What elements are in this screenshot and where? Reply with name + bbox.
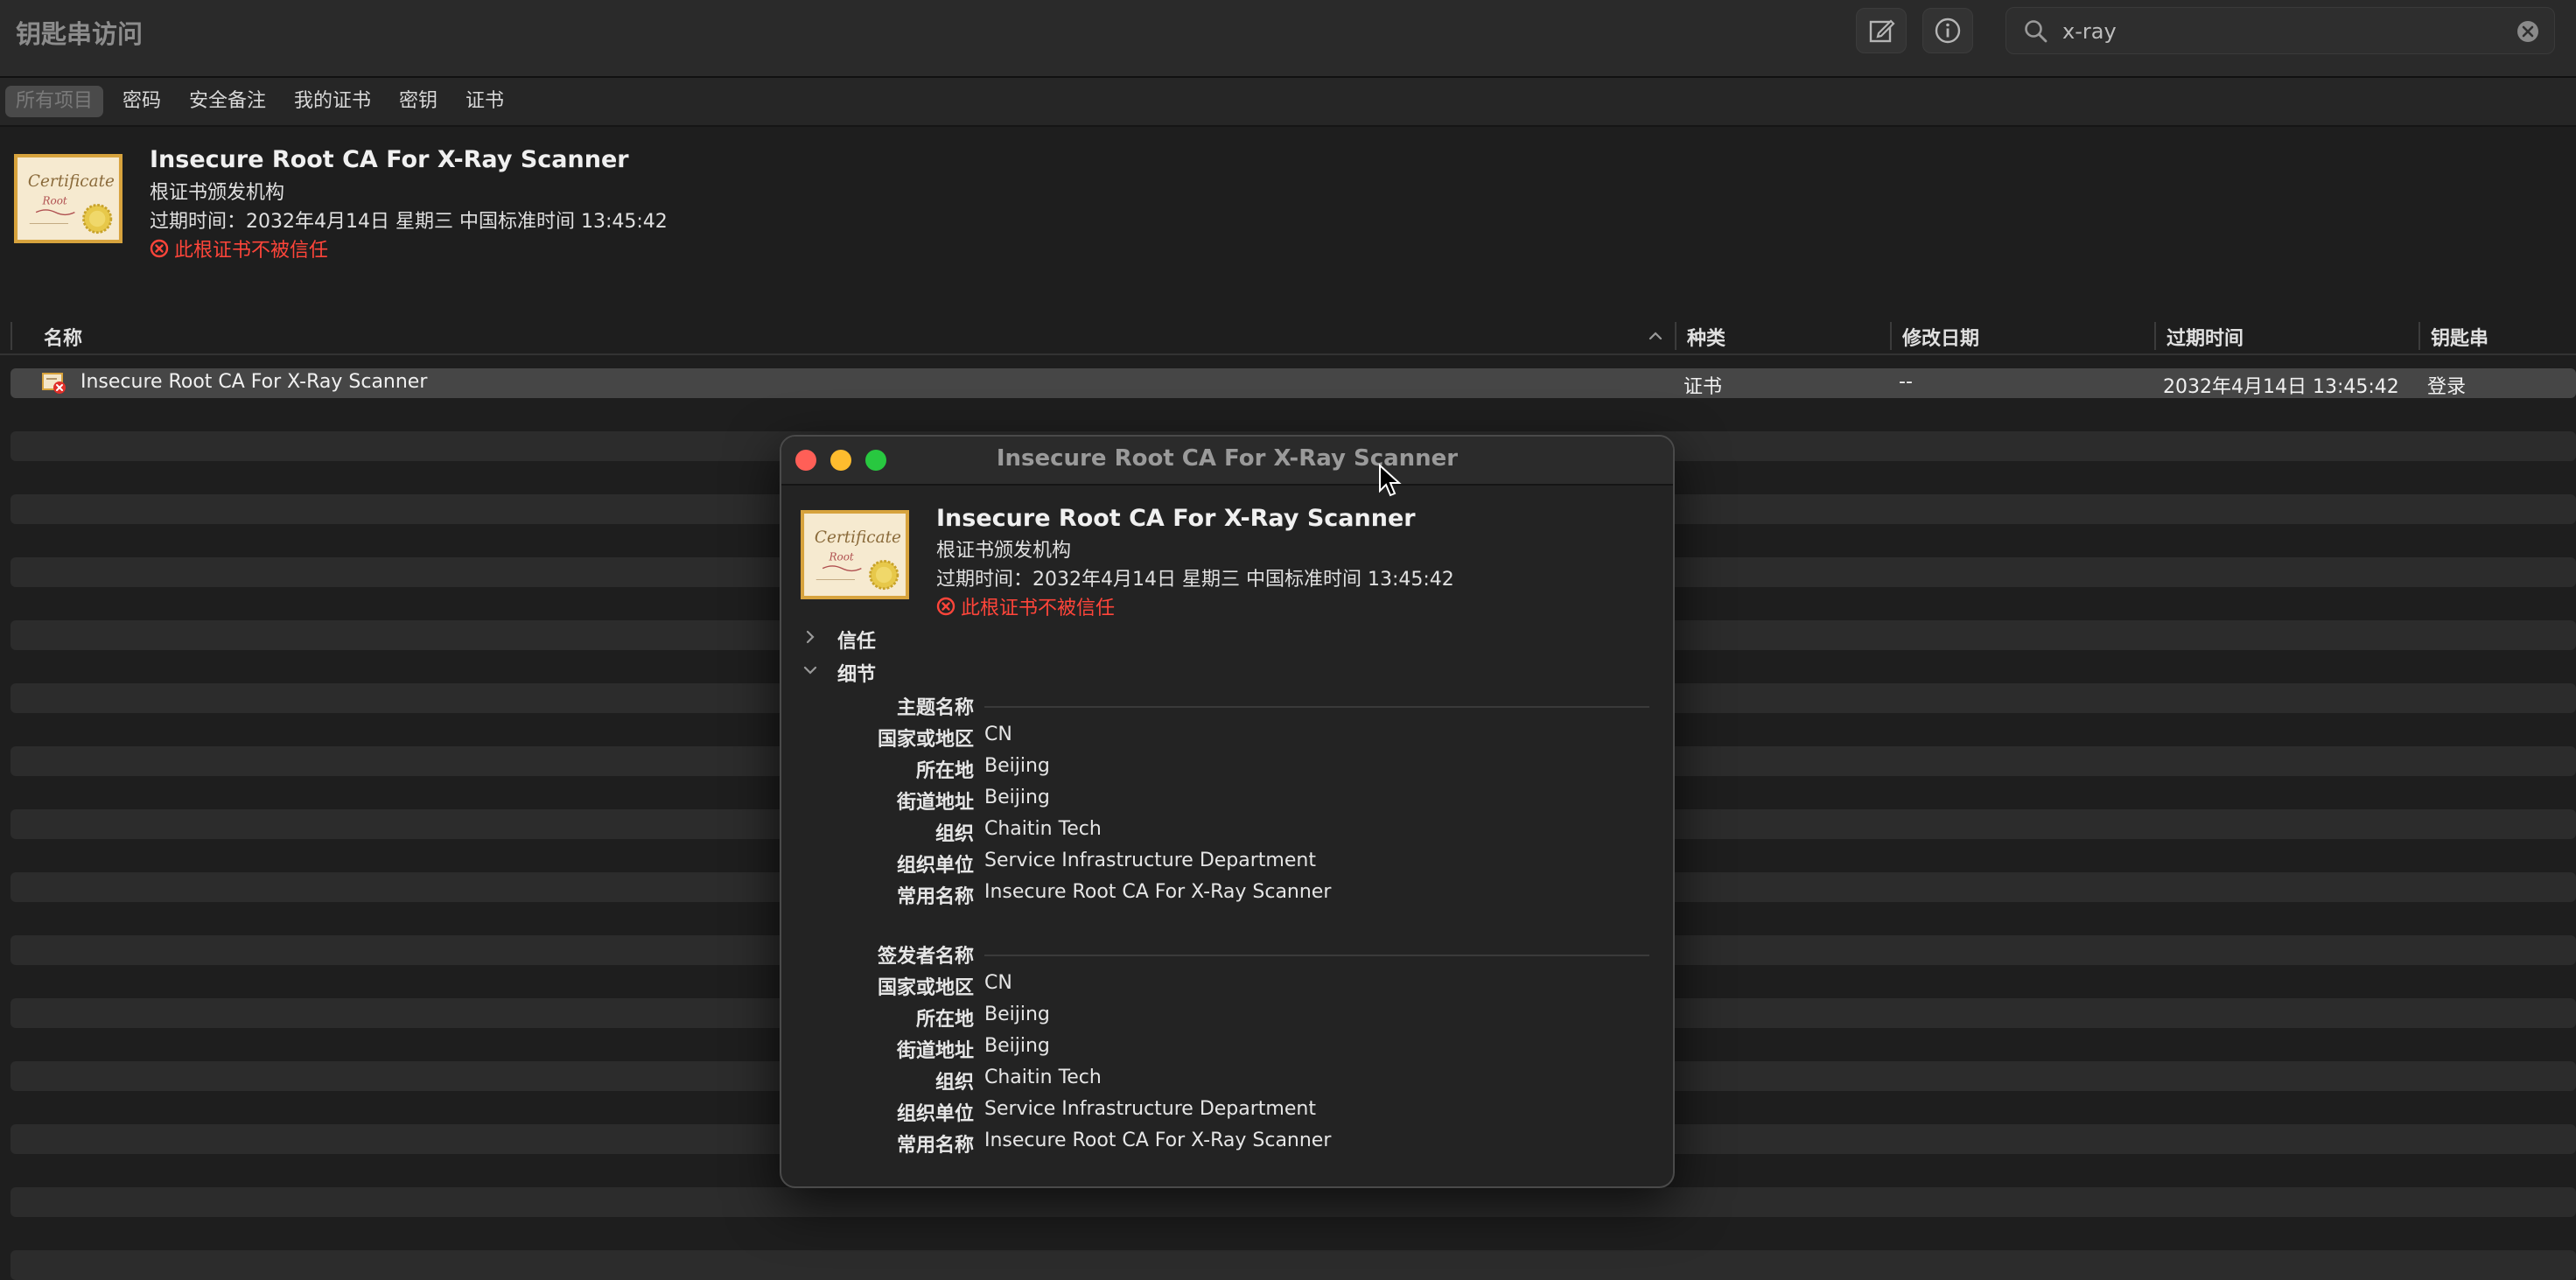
search-input[interactable]	[2061, 15, 2484, 48]
detail-value: Service Infrastructure Department	[984, 1098, 1316, 1120]
dialog-title: Insecure Root CA For X-Ray Scanner	[996, 445, 1459, 472]
detail-key: 常用名称	[896, 1135, 974, 1157]
column-header-name[interactable]: 名称	[44, 323, 82, 351]
svg-text:Root: Root	[42, 194, 67, 206]
summary-title: Insecure Root CA For X-Ray Scanner	[150, 146, 629, 173]
detail-key: 街道地址	[896, 792, 974, 814]
details-disclosure[interactable]: 细节	[837, 659, 876, 687]
column-header-modified[interactable]: 修改日期	[1902, 323, 1979, 351]
column-separator	[1890, 322, 1892, 350]
table-header: 名称 种类 修改日期 过期时间 钥匙串	[0, 318, 2576, 355]
info-icon	[1935, 17, 1961, 44]
empty-table-row	[10, 1250, 2576, 1280]
trust-disclosure[interactable]: 信任	[837, 626, 876, 654]
section-heading: 签发者名称	[877, 946, 974, 968]
info-button[interactable]	[1922, 8, 1973, 53]
detail-value: Insecure Root CA For X-Ray Scanner	[984, 881, 1332, 903]
dialog-cert-warning-text: 此根证书不被信任	[961, 598, 1116, 619]
dialog-cert-expiry: 过期时间：2032年4月14日 星期三 中国标准时间 13:45:42	[936, 569, 1454, 591]
certificate-icon: Certificate Root	[14, 154, 122, 243]
svg-text:Root: Root	[829, 550, 854, 563]
row-kind: 证书	[1684, 376, 1723, 398]
column-header-keychain[interactable]: 钥匙串	[2431, 323, 2488, 351]
column-separator	[1675, 322, 1676, 350]
svg-text:Certificate: Certificate	[815, 528, 901, 547]
summary-warning: 此根证书不被信任	[150, 234, 328, 262]
detail-value: Chaitin Tech	[984, 1067, 1102, 1088]
detail-value: Beijing	[984, 755, 1050, 777]
dialog-certificate-icon: Certificate Root	[801, 510, 909, 599]
detail-value: CN	[984, 724, 1012, 745]
detail-key: 组织单位	[896, 855, 974, 877]
chevron-down-icon[interactable]	[802, 662, 818, 678]
tab-keys[interactable]: 密钥	[388, 86, 448, 117]
column-header-expires[interactable]: 过期时间	[2166, 323, 2244, 351]
detail-value: Beijing	[984, 1004, 1050, 1025]
detail-key: 组织单位	[896, 1103, 974, 1125]
compose-icon	[1869, 19, 1895, 43]
dialog-cert-title: Insecure Root CA For X-Ray Scanner	[936, 505, 1416, 532]
summary-expiry: 过期时间：2032年4月14日 星期三 中国标准时间 13:45:42	[150, 211, 668, 233]
app-title: 钥匙串访问	[16, 19, 144, 49]
dialog-cert-warning: 此根证书不被信任	[936, 592, 1115, 620]
sort-ascending-icon[interactable]	[1647, 327, 1664, 345]
detail-key: 国家或地区	[877, 729, 974, 751]
column-separator	[2418, 322, 2420, 350]
category-tabs: 所有项目 密码 安全备注 我的证书 密钥 证书	[0, 78, 2576, 127]
section-divider	[984, 955, 1649, 956]
empty-table-row	[10, 1187, 2576, 1217]
tab-secure-notes[interactable]: 安全备注	[178, 86, 276, 117]
error-icon	[150, 239, 169, 258]
detail-value: Insecure Root CA For X-Ray Scanner	[984, 1130, 1332, 1151]
detail-key: 常用名称	[896, 886, 974, 908]
summary-warning-text: 此根证书不被信任	[174, 240, 329, 262]
summary-type: 根证书颁发机构	[150, 182, 285, 204]
tab-certificates[interactable]: 证书	[455, 86, 514, 117]
detail-key: 街道地址	[896, 1040, 974, 1062]
search-icon	[2025, 20, 2048, 43]
dialog-titlebar[interactable]: Insecure Root CA For X-Ray Scanner	[781, 437, 1673, 486]
search-field[interactable]	[2006, 7, 2555, 54]
detail-value: Beijing	[984, 1035, 1050, 1057]
detail-key: 所在地	[915, 1009, 974, 1031]
section-divider	[984, 706, 1649, 708]
chevron-right-icon[interactable]	[802, 629, 818, 645]
detail-value: CN	[984, 972, 1012, 994]
clear-search-icon[interactable]	[2516, 19, 2540, 44]
mouse-cursor-icon	[1379, 464, 1402, 497]
detail-value: Service Infrastructure Department	[984, 850, 1316, 871]
section-heading: 主题名称	[896, 697, 974, 719]
error-icon	[936, 597, 956, 616]
detail-key: 国家或地区	[877, 977, 974, 999]
detail-value: Beijing	[984, 787, 1050, 808]
toolbar: 钥匙串访问	[0, 0, 2576, 78]
detail-value: Chaitin Tech	[984, 818, 1102, 840]
dialog-cert-type: 根证书颁发机构	[936, 540, 1072, 562]
column-header-kind[interactable]: 种类	[1687, 323, 1726, 351]
tab-my-certificates[interactable]: 我的证书	[284, 86, 382, 117]
column-separator	[10, 322, 12, 350]
row-expires: 2032年4月14日 13:45:42	[2163, 376, 2399, 398]
column-separator	[2154, 322, 2156, 350]
row-name: Insecure Root CA For X-Ray Scanner	[80, 371, 428, 393]
table-row[interactable]: Insecure Root CA For X-Ray Scanner 证书 --…	[10, 368, 2576, 398]
detail-key: 组织	[934, 1072, 974, 1094]
svg-text:Certificate: Certificate	[28, 172, 115, 191]
detail-key: 组织	[934, 823, 974, 845]
untrusted-certificate-icon	[42, 373, 66, 394]
row-modified: --	[1899, 371, 1913, 393]
tab-passwords[interactable]: 密码	[112, 86, 172, 117]
detail-key: 所在地	[915, 760, 974, 782]
certificate-dialog: Insecure Root CA For X-Ray Scanner Certi…	[780, 435, 1675, 1188]
tab-all-items[interactable]: 所有项目	[5, 86, 104, 117]
compose-button[interactable]	[1856, 8, 1907, 53]
row-keychain: 登录	[2427, 376, 2467, 398]
